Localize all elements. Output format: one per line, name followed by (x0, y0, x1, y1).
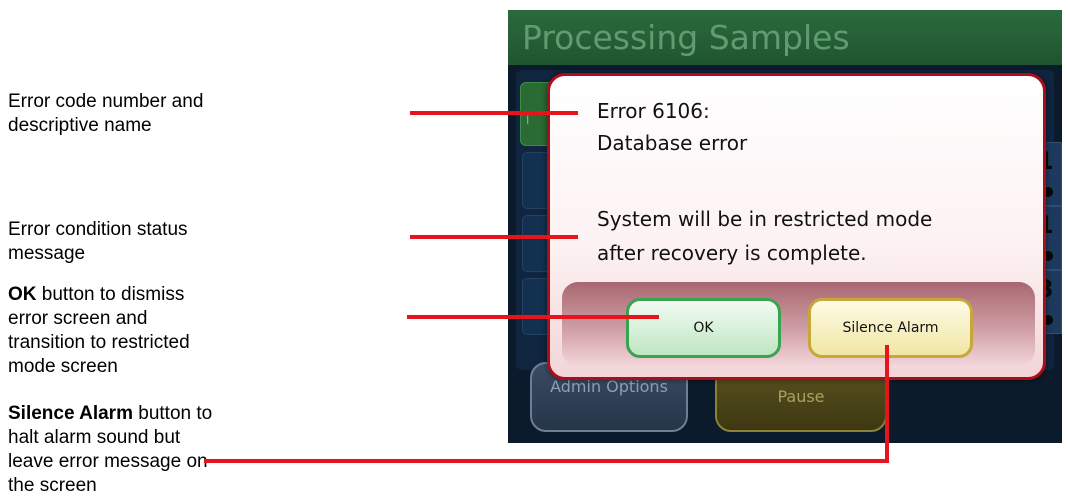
annotation-ok-bold: OK (8, 284, 37, 305)
dialog-button-bar: OK Silence Alarm (562, 282, 1035, 366)
annotation-silence-bold: Silence Alarm (8, 403, 133, 424)
screen-title: Processing Samples (508, 10, 1062, 65)
annotation-silence-button: Silence Alarm button to halt alarm sound… (8, 402, 228, 498)
error-status-line-2: after recovery is complete. (597, 241, 867, 265)
callout-line-error-code (410, 111, 578, 115)
error-dialog: Error 6106: Database error System will b… (547, 73, 1046, 380)
callout-line-ok-button (407, 315, 659, 319)
error-name: Database error (597, 131, 748, 155)
annotation-status-message: Error condition status message (8, 218, 228, 266)
callout-line-status-message (410, 235, 578, 239)
annotation-status-message-text: Error condition status message (8, 219, 188, 264)
callout-line-silence-horizontal (204, 459, 889, 463)
error-code: Error 6106: (597, 99, 710, 123)
annotation-ok-button: OK button to dismiss error screen and tr… (8, 283, 228, 379)
ok-button[interactable]: OK (626, 298, 781, 358)
error-status-line-1: System will be in restricted mode (597, 207, 933, 231)
annotation-error-code: Error code number and descriptive name (8, 90, 228, 138)
background-status-text: I (526, 113, 530, 127)
annotation-error-code-text: Error code number and descriptive name (8, 91, 204, 136)
callout-line-silence-vertical (885, 345, 889, 462)
pause-label: Pause (777, 387, 825, 406)
silence-alarm-button[interactable]: Silence Alarm (808, 298, 973, 358)
